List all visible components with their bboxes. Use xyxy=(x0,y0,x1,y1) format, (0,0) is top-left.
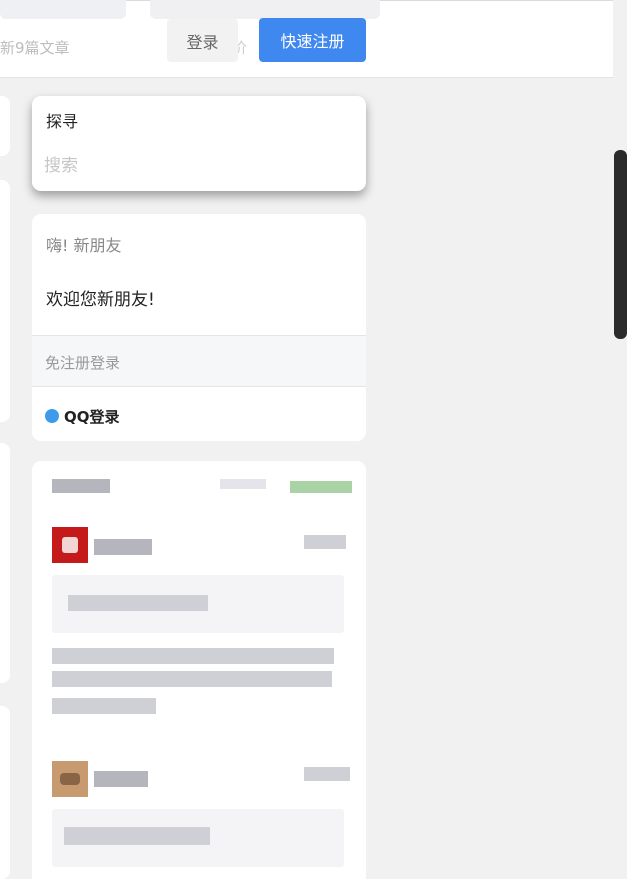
welcome-greeting: 嗨! 新朋友 xyxy=(46,236,122,255)
background-article-text: 新9篇文章 xyxy=(0,39,70,57)
pixelated-time xyxy=(304,767,350,781)
quick-register-button[interactable]: 快速注册 xyxy=(259,18,366,62)
qq-login-label: QQ登录 xyxy=(64,407,120,426)
pixelated-link[interactable] xyxy=(290,481,352,493)
left-card-edge xyxy=(0,706,10,879)
scrollbar-thumb[interactable] xyxy=(614,150,627,339)
pixelated-username xyxy=(94,539,152,555)
recent-comments-widget xyxy=(32,461,366,879)
qq-icon xyxy=(45,409,59,423)
search-widget-title: 探寻 xyxy=(46,112,79,131)
top-header: 新9篇文章 价 登录 快速注册 xyxy=(0,0,613,78)
pixelated-quote xyxy=(52,575,344,633)
avatar xyxy=(52,761,88,797)
pixelated-comment-line xyxy=(52,648,334,664)
pixelated-time xyxy=(304,535,346,549)
pixelated-title xyxy=(52,479,110,493)
pixelated-quote-text xyxy=(68,595,208,611)
pixelated-quote-text xyxy=(64,827,210,845)
welcome-widget: 嗨! 新朋友 欢迎您新朋友! 免注册登录 QQ登录 xyxy=(32,214,366,441)
no-register-login-label: 免注册登录 xyxy=(45,354,121,372)
pixelated-comment-line xyxy=(52,698,156,714)
no-register-login-bar: 免注册登录 xyxy=(32,335,366,387)
pixelated-username xyxy=(94,771,148,787)
qq-login-link[interactable]: QQ登录 xyxy=(45,404,120,428)
left-card-edge xyxy=(0,180,10,422)
pixelated-quote xyxy=(52,809,344,867)
thumbnail xyxy=(0,0,126,19)
thumbnail xyxy=(150,0,380,19)
login-button[interactable]: 登录 xyxy=(167,19,238,62)
scrollbar-track[interactable] xyxy=(613,0,627,879)
left-card-edge xyxy=(0,443,10,683)
welcome-message: 欢迎您新朋友! xyxy=(46,290,155,310)
pixelated-text xyxy=(220,479,266,489)
avatar xyxy=(52,527,88,563)
left-card-edge xyxy=(0,96,10,156)
pixelated-comment-line xyxy=(52,671,332,687)
search-input[interactable] xyxy=(44,150,344,182)
